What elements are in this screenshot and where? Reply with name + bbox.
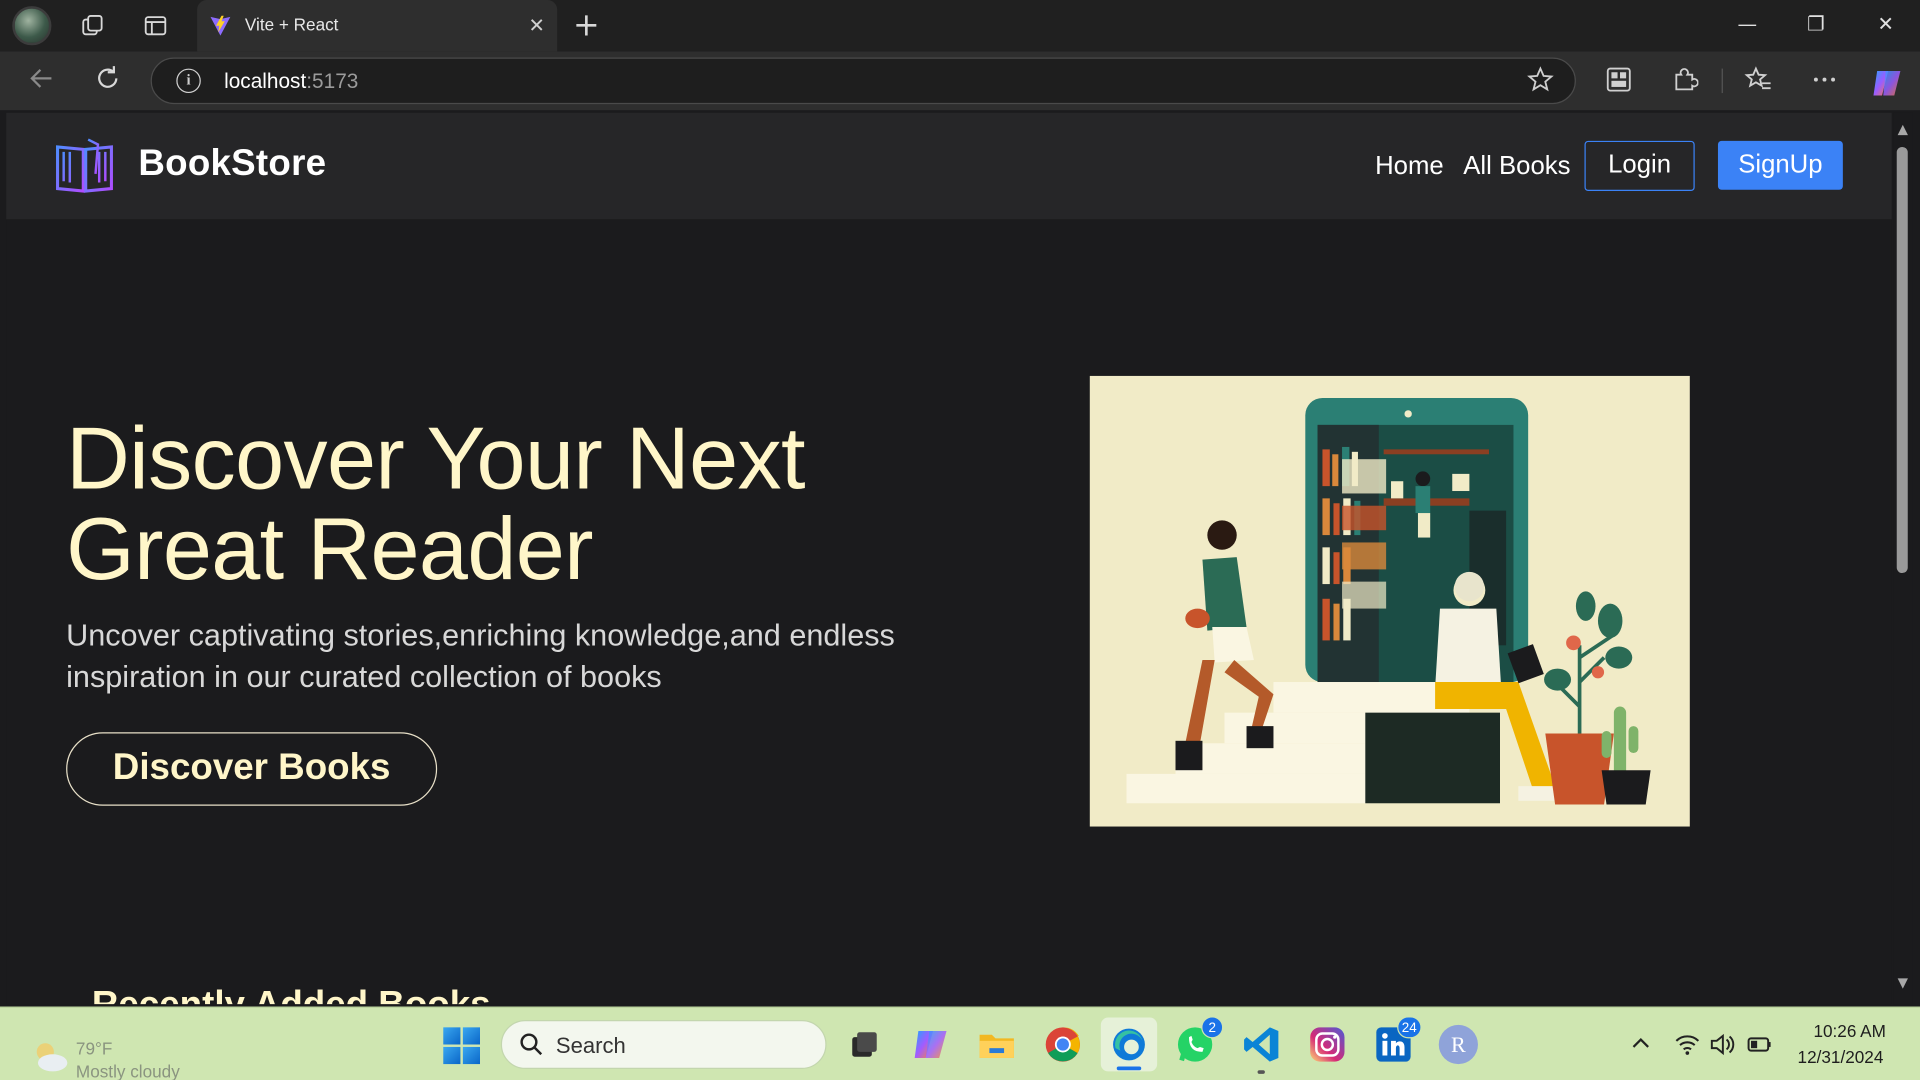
- browser-titlebar: Vite + React ✕ + — ❐ ✕: [0, 0, 1920, 52]
- page-scrollbar[interactable]: ▲ ▼: [1893, 112, 1913, 1005]
- refresh-icon[interactable]: [91, 64, 125, 98]
- copilot-app-icon[interactable]: [910, 1024, 952, 1066]
- chrome-icon[interactable]: [1042, 1024, 1084, 1066]
- copilot-icon[interactable]: [1870, 66, 1902, 98]
- recently-added-heading: Recently Added Books: [92, 984, 491, 1004]
- linkedin-icon[interactable]: 24: [1373, 1016, 1422, 1066]
- tab-close-icon[interactable]: ✕: [528, 13, 544, 36]
- brand-name[interactable]: BookStore: [138, 143, 326, 185]
- vscode-icon[interactable]: [1240, 1024, 1282, 1074]
- back-icon[interactable]: [24, 64, 58, 98]
- scroll-thumb[interactable]: [1896, 146, 1908, 574]
- signup-button[interactable]: SignUp: [1717, 140, 1843, 190]
- address-bar[interactable]: i localhost:5173: [150, 57, 1576, 105]
- nav-home-link[interactable]: Home: [1375, 152, 1444, 181]
- address-url[interactable]: localhost:5173: [224, 70, 358, 94]
- search-placeholder: Search: [555, 1033, 626, 1058]
- site-info-icon[interactable]: i: [176, 68, 201, 94]
- restore-button[interactable]: ❐: [1801, 10, 1830, 39]
- screen: Vite + React ✕ + — ❐ ✕ i localhost:5173: [0, 0, 1920, 1080]
- show-hidden-icons-chevron-icon[interactable]: [1627, 1032, 1654, 1056]
- workspaces-icon[interactable]: [75, 7, 112, 44]
- scroll-up-icon[interactable]: ▲: [1896, 122, 1911, 137]
- taskbar-search[interactable]: Search: [500, 1020, 827, 1069]
- tab-title: Vite + React: [244, 14, 339, 35]
- browser-tab[interactable]: Vite + React ✕: [197, 0, 558, 52]
- vite-favicon-icon: [210, 15, 231, 36]
- extensions-icon[interactable]: [1669, 66, 1701, 98]
- weather-description[interactable]: Mostly cloudy: [76, 1062, 180, 1080]
- favorite-star-icon[interactable]: [1526, 65, 1555, 102]
- browser-toolbar: i localhost:5173: [0, 51, 1920, 111]
- edge-active-app[interactable]: [1100, 1017, 1158, 1072]
- scroll-down-icon[interactable]: ▼: [1896, 975, 1911, 991]
- file-explorer-icon[interactable]: [976, 1024, 1018, 1066]
- instagram-icon[interactable]: [1307, 1024, 1349, 1066]
- clock-date[interactable]: 12/31/2024: [1798, 1047, 1884, 1067]
- search-icon: [520, 1033, 543, 1056]
- volume-icon[interactable]: [1709, 1032, 1736, 1056]
- close-window-button[interactable]: ✕: [1871, 10, 1900, 39]
- hero-subtitle: Uncover captivating stories,enriching kn…: [66, 618, 895, 695]
- hero-illustration: [1089, 375, 1690, 827]
- new-tab-button[interactable]: +: [573, 7, 600, 44]
- split-screen-icon[interactable]: [1603, 66, 1635, 98]
- minimize-button[interactable]: —: [1733, 10, 1762, 39]
- whatsapp-icon[interactable]: 2: [1174, 1016, 1224, 1066]
- taskbar: 79°F Mostly cloudy Search 2 24 R 10:26 A…: [0, 1006, 1920, 1080]
- linkedin-badge: 24: [1396, 1016, 1422, 1039]
- nav-all-books-link[interactable]: All Books: [1463, 152, 1570, 181]
- profile-avatar[interactable]: [12, 6, 52, 46]
- wifi-icon[interactable]: [1674, 1032, 1701, 1056]
- favorites-icon[interactable]: [1742, 66, 1774, 98]
- weather-cloudy-icon[interactable]: [29, 1037, 71, 1076]
- start-button[interactable]: [443, 1027, 481, 1065]
- toolbar-divider: [1721, 68, 1723, 94]
- book-logo-icon[interactable]: [54, 137, 115, 193]
- page-viewport: BookStore Home All Books Login SignUp Di…: [6, 112, 1892, 1005]
- weather-temperature[interactable]: 79°F: [76, 1038, 112, 1058]
- site-navbar: BookStore Home All Books Login SignUp: [6, 112, 1892, 220]
- clock-time[interactable]: 10:26 AM: [1813, 1021, 1885, 1041]
- login-button[interactable]: Login: [1584, 140, 1695, 192]
- vertical-tabs-icon[interactable]: [137, 7, 174, 44]
- hero-title: Discover Your Next Great Reader: [66, 410, 805, 599]
- discover-books-button[interactable]: Discover Books: [66, 732, 438, 806]
- whatsapp-badge: 2: [1201, 1016, 1224, 1039]
- profile-letter-avatar[interactable]: R: [1438, 1024, 1478, 1065]
- task-view-icon[interactable]: [844, 1024, 886, 1066]
- more-options-icon[interactable]: [1809, 66, 1841, 98]
- battery-icon[interactable]: [1746, 1032, 1773, 1056]
